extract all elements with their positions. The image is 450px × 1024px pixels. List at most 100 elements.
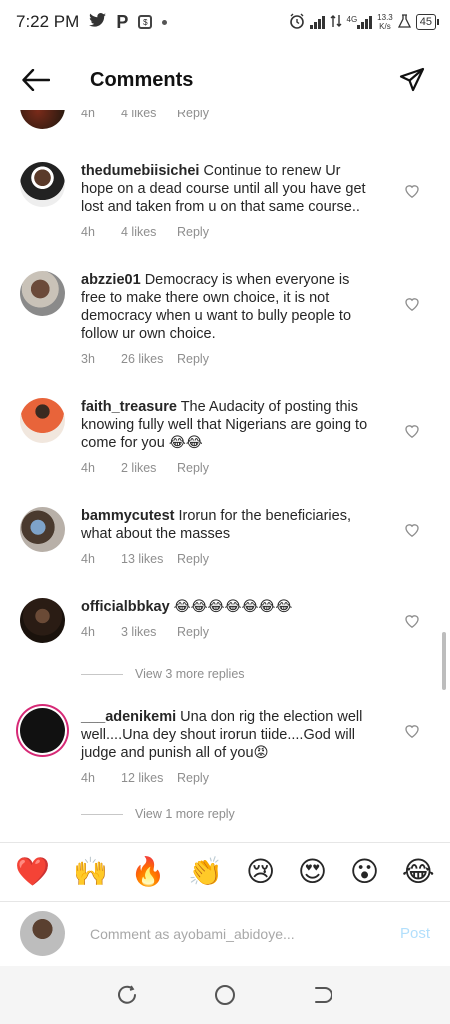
back-arrow-icon — [22, 69, 50, 91]
avatar[interactable] — [20, 110, 65, 129]
current-user-avatar[interactable] — [20, 911, 65, 956]
net-speed: 13.3 K/s — [377, 13, 393, 31]
dot-icon — [162, 19, 168, 25]
page-title: Comments — [90, 68, 194, 91]
comment-time: 4h — [81, 625, 95, 639]
comment-meta-partial: 4h 4 likes Reply — [81, 110, 371, 122]
like-button[interactable] — [402, 180, 422, 200]
comment-input[interactable] — [90, 925, 380, 942]
emoji-heart[interactable]: ❤️ — [15, 857, 50, 886]
avatar[interactable] — [20, 598, 65, 643]
emoji-heart-eyes[interactable]: 😍 — [298, 857, 327, 886]
comment-username[interactable]: abzzie01 — [81, 272, 141, 288]
comment-text: 😂😂😂😂😂😂😂 — [173, 599, 293, 615]
comment-likes[interactable]: 4 likes — [121, 223, 177, 241]
data-arrows-icon — [330, 14, 342, 31]
comment-time: 4h — [81, 461, 95, 475]
avatar[interactable] — [20, 398, 65, 443]
comment-username[interactable]: thedumebiisichei — [81, 163, 199, 179]
comment-likes[interactable]: 26 likes — [121, 350, 177, 368]
scrollbar[interactable] — [442, 632, 446, 690]
reply-button[interactable]: Reply — [177, 623, 209, 641]
view-more-replies-button[interactable]: View 3 more replies — [81, 667, 245, 681]
comment-username[interactable]: officialbbkay — [81, 599, 170, 615]
recent-apps-icon — [118, 985, 137, 1004]
comment-meta: 4h 2 likes Reply — [81, 459, 371, 477]
view-more-replies-button[interactable]: View 1 more reply — [81, 807, 235, 821]
comment-username[interactable]: faith_treasure — [81, 399, 177, 415]
like-button[interactable] — [402, 519, 422, 539]
back-button[interactable] — [16, 60, 56, 100]
status-time: 7:22 PM — [16, 12, 80, 31]
comment-content: abzzie01 Democracy is when everyone is f… — [81, 271, 371, 368]
comments-list[interactable]: 4h 4 likes Reply thedumebiisichei Contin… — [0, 110, 450, 840]
comment-content: bammycutest Irorun for the beneficiaries… — [81, 507, 371, 568]
signal-4g-icon: 4G — [347, 15, 373, 29]
network-type: 4G — [346, 15, 358, 24]
view-replies-label: View 3 more replies — [135, 667, 245, 681]
direct-share-button[interactable] — [396, 64, 428, 96]
comment-meta: 4h 4 likes Reply — [81, 223, 371, 241]
replies-divider — [81, 673, 123, 675]
like-button[interactable] — [402, 293, 422, 313]
twitter-icon — [89, 12, 107, 32]
net-speed-value: 13.3 — [377, 13, 393, 22]
like-button[interactable] — [402, 420, 422, 440]
system-status: 4G 13.3 K/s 45 — [289, 13, 440, 32]
comment-username[interactable]: bammycutest — [81, 508, 174, 524]
emoji-crying[interactable]: 😢 — [246, 857, 275, 886]
comment-username[interactable]: ___adenikemi — [81, 709, 176, 725]
reply-button[interactable]: Reply — [177, 350, 209, 368]
heart-icon — [405, 724, 419, 738]
comment-composer: Post — [0, 901, 450, 965]
comment-time: 4h — [81, 225, 95, 239]
comment-time: 3h — [81, 352, 95, 366]
comment-time: 4h — [81, 552, 95, 566]
status-bar: 7:22 PM P $ 4G 13.3 K/s 45 — [0, 0, 450, 44]
comment-likes[interactable]: 12 likes — [121, 769, 177, 787]
emoji-fire[interactable]: 🔥 — [131, 857, 166, 886]
heart-icon — [405, 614, 419, 628]
reply-button[interactable]: Reply — [177, 459, 209, 477]
emoji-raised-hands[interactable]: 🙌 — [73, 857, 108, 886]
reply-button[interactable]: Reply — [177, 110, 209, 122]
comment-meta: 4h 13 likes Reply — [81, 550, 371, 568]
heart-icon — [405, 297, 419, 311]
battery-level: 45 — [419, 16, 432, 28]
comment-content: faith_treasure The Audacity of posting t… — [81, 398, 371, 477]
recent-apps-button[interactable] — [113, 980, 143, 1010]
avatar[interactable] — [20, 271, 65, 316]
like-button[interactable] — [402, 720, 422, 740]
emoji-surprised[interactable]: 😮 — [350, 857, 379, 886]
notification-icons: P $ — [89, 12, 168, 33]
replies-divider — [81, 813, 123, 815]
paper-plane-icon — [399, 67, 425, 92]
post-button[interactable]: Post — [400, 925, 430, 942]
comment-time: 4h — [81, 771, 95, 785]
comment-likes[interactable]: 4 likes — [121, 110, 177, 122]
back-nav-button[interactable] — [307, 980, 337, 1010]
comment-time: 4h — [81, 110, 95, 120]
avatar-with-story-ring[interactable] — [20, 708, 65, 753]
emoji-quick-bar: ❤️ 🙌 🔥 👏 😢 😍 😮 😂 — [0, 842, 450, 900]
reply-button[interactable]: Reply — [177, 769, 209, 787]
avatar[interactable] — [20, 162, 65, 207]
emoji-laughing[interactable]: 😂 — [402, 857, 435, 886]
comment-likes[interactable]: 3 likes — [121, 623, 177, 641]
reply-button[interactable]: Reply — [177, 223, 209, 241]
comment-meta: 4h 12 likes Reply — [81, 769, 371, 787]
comment-meta: 3h 26 likes Reply — [81, 350, 371, 368]
emoji-clap[interactable]: 👏 — [188, 857, 223, 886]
battery-icon: 45 — [415, 14, 440, 30]
comment-likes[interactable]: 13 likes — [121, 550, 177, 568]
alarm-icon — [289, 13, 305, 32]
comment-meta: 4h 3 likes Reply — [81, 623, 371, 641]
net-speed-unit: K/s — [379, 22, 391, 31]
home-button[interactable] — [210, 980, 240, 1010]
comment-likes[interactable]: 2 likes — [121, 459, 177, 477]
avatar[interactable] — [20, 507, 65, 552]
like-button[interactable] — [402, 610, 422, 630]
app-icon: $ — [138, 15, 153, 29]
reply-button[interactable]: Reply — [177, 550, 209, 568]
system-nav-bar — [0, 966, 450, 1024]
